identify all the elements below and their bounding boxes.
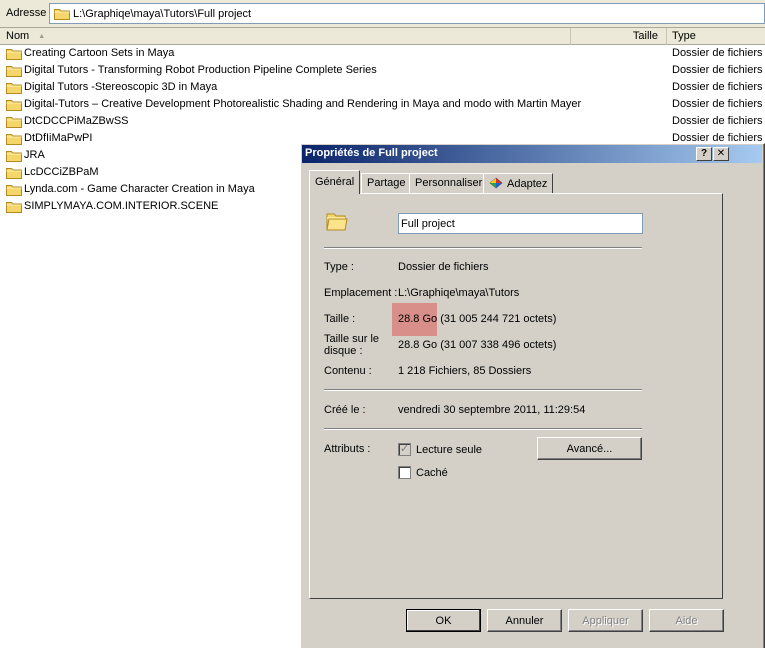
folder-icon xyxy=(6,185,22,196)
contents-label: Contenu : xyxy=(324,365,372,377)
tab-personnaliser-label: Personnaliser xyxy=(415,177,483,189)
size-value-bytes: (31 005 244 721 octets) xyxy=(440,313,557,325)
size-value-main: 28.8 Go xyxy=(398,313,438,325)
folder-icon xyxy=(54,9,70,20)
file-name: DtCDCCPiMaZBwSS xyxy=(24,115,129,127)
location-value: L:\Graphiqe\maya\Tutors xyxy=(398,287,520,299)
hidden-label: Caché xyxy=(416,467,448,479)
file-name: Lynda.com - Game Character Creation in M… xyxy=(24,183,255,195)
file-type: Dossier de fichiers xyxy=(672,98,763,110)
file-name: Creating Cartoon Sets in Maya xyxy=(24,47,175,59)
folder-icon xyxy=(6,66,22,77)
readonly-checkbox[interactable]: ✓ xyxy=(398,443,411,456)
close-button[interactable]: ✕ xyxy=(713,147,729,161)
column-size-label: Taille xyxy=(632,30,658,42)
file-type: Dossier de fichiers xyxy=(672,64,763,76)
folder-icon xyxy=(326,213,348,231)
contents-value: 1 218 Fichiers, 85 Dossiers xyxy=(398,365,532,377)
list-item[interactable]: Digital Tutors - Transforming Robot Prod… xyxy=(0,62,765,79)
column-name-label: Nom xyxy=(6,30,30,42)
location-label: Emplacement : xyxy=(324,287,398,299)
file-name: DtDfIiMaPwPI xyxy=(24,132,93,144)
size-label: Taille : xyxy=(324,313,356,325)
created-value: vendredi 30 septembre 2011, 11:29:54 xyxy=(398,404,586,416)
readonly-label: Lecture seule xyxy=(416,444,483,456)
type-label: Type : xyxy=(324,261,354,273)
list-item[interactable]: DtCDCCPiMaZBwSS Dossier de fichiers xyxy=(0,113,765,130)
column-header-size[interactable]: Taille xyxy=(571,28,667,45)
sort-ascending-icon: ▲ xyxy=(38,33,46,40)
tab-personnaliser[interactable]: Personnaliser xyxy=(409,173,489,193)
tab-general-label: Général xyxy=(315,176,355,188)
size-on-disk-label: Taille sur le disque : xyxy=(324,333,380,357)
tab-general[interactable]: Général xyxy=(309,170,361,194)
folder-icon xyxy=(6,100,22,111)
close-icon: ✕ xyxy=(716,148,726,159)
attributes-label: Attributs : xyxy=(324,443,371,455)
address-bar: Adresse L:\Graphiqe\maya\Tutors\Full pro… xyxy=(0,0,765,28)
adaptez-icon xyxy=(489,177,503,189)
file-name: LcDCCiZBPaM xyxy=(24,166,99,178)
dialog-title: Propriétés de Full project xyxy=(305,147,438,159)
folder-icon xyxy=(6,49,22,60)
separator xyxy=(324,389,642,391)
folder-icon xyxy=(6,83,22,94)
column-header-type[interactable]: Type xyxy=(667,28,765,45)
file-name: Digital Tutors -Stereoscopic 3D in Maya xyxy=(24,81,218,93)
tab-adaptez-label: Adaptez xyxy=(507,178,548,190)
help-icon: ? xyxy=(700,148,708,159)
file-name: Digital-Tutors – Creative Development Ph… xyxy=(24,98,582,110)
file-name: Digital Tutors - Transforming Robot Prod… xyxy=(24,64,377,76)
file-type: Dossier de fichiers xyxy=(672,47,763,59)
tab-partage[interactable]: Partage xyxy=(361,173,412,193)
apply-button[interactable]: Appliquer xyxy=(568,609,643,632)
address-path: L:\Graphiqe\maya\Tutors\Full project xyxy=(73,8,252,20)
folder-name-input[interactable] xyxy=(398,213,643,234)
address-input[interactable]: L:\Graphiqe\maya\Tutors\Full project xyxy=(49,3,765,24)
file-name: SIMPLYMAYA.COM.INTERIOR.SCENE xyxy=(24,200,219,212)
list-item[interactable]: Digital Tutors -Stereoscopic 3D in Maya … xyxy=(0,79,765,96)
folder-icon xyxy=(6,134,22,145)
file-type: Dossier de fichiers xyxy=(672,81,763,93)
cancel-button[interactable]: Annuler xyxy=(487,609,562,632)
tab-adaptez[interactable]: Adaptez xyxy=(483,173,554,193)
help-bottom-button[interactable]: Aide xyxy=(649,609,724,632)
dialog-titlebar[interactable]: Propriétés de Full project ? ✕ xyxy=(302,145,762,163)
properties-dialog: Propriétés de Full project ? ✕ Général P… xyxy=(300,143,765,648)
help-button[interactable]: ? xyxy=(696,147,712,161)
hidden-checkbox[interactable] xyxy=(398,466,411,479)
folder-icon xyxy=(6,151,22,162)
address-label: Adresse xyxy=(6,7,47,19)
separator xyxy=(324,247,642,249)
size-on-disk-value: 28.8 Go (31 007 338 496 octets) xyxy=(398,339,557,351)
ok-button[interactable]: OK xyxy=(406,609,481,632)
folder-icon xyxy=(6,168,22,179)
list-item[interactable]: Creating Cartoon Sets in Maya Dossier de… xyxy=(0,45,765,62)
tab-partage-label: Partage xyxy=(367,177,406,189)
list-item[interactable]: Digital-Tutors – Creative Development Ph… xyxy=(0,96,765,113)
tab-panel-general: Type : Dossier de fichiers Emplacement :… xyxy=(309,193,723,599)
column-type-label: Type xyxy=(672,30,696,42)
created-label: Créé le : xyxy=(324,404,366,416)
size-value: 28.8 Go (31 005 244 721 octets) xyxy=(398,313,556,325)
folder-icon xyxy=(6,202,22,213)
file-name: JRA xyxy=(24,149,45,161)
folder-icon xyxy=(6,117,22,128)
file-type: Dossier de fichiers xyxy=(672,115,763,127)
column-header-name[interactable]: Nom ▲ xyxy=(0,28,571,45)
checkmark-icon: ✓ xyxy=(400,443,410,455)
column-header: Nom ▲ Taille Type xyxy=(0,28,765,45)
separator xyxy=(324,428,642,430)
type-value: Dossier de fichiers xyxy=(398,261,489,273)
advanced-button[interactable]: Avancé... xyxy=(537,437,642,460)
